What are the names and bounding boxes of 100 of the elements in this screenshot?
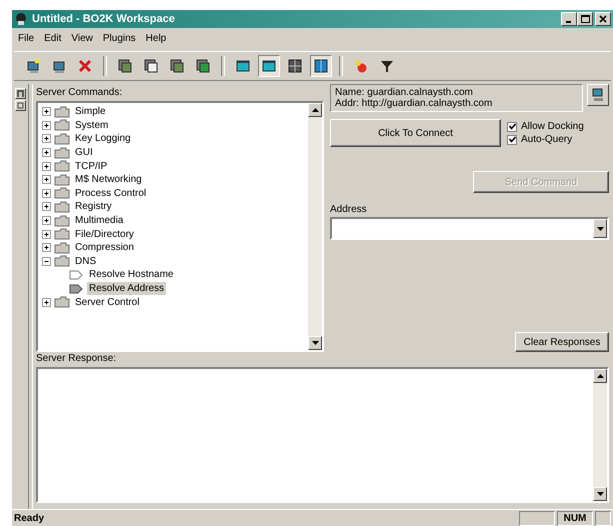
maximize-button[interactable] bbox=[577, 12, 593, 26]
plus-icon bbox=[43, 190, 50, 197]
server-button[interactable] bbox=[587, 84, 609, 106]
folder-icon bbox=[54, 255, 70, 268]
folder-icon bbox=[54, 119, 70, 132]
plugin-icon bbox=[353, 58, 369, 74]
down-arrow-icon bbox=[312, 341, 318, 345]
toolbar-button[interactable] bbox=[258, 55, 280, 77]
section-label: Server Commands: bbox=[36, 86, 124, 99]
folder-icon bbox=[54, 200, 70, 213]
expand-toggle[interactable] bbox=[42, 188, 51, 198]
checkbox[interactable] bbox=[507, 122, 517, 132]
toolbar-button[interactable] bbox=[310, 55, 332, 77]
computer-icon bbox=[592, 88, 604, 102]
address-label: Address bbox=[330, 203, 368, 216]
tree-item[interactable]: System bbox=[73, 118, 110, 132]
expand-toggle[interactable] bbox=[42, 175, 51, 184]
expand-toggle[interactable] bbox=[42, 120, 51, 130]
scrollbar[interactable] bbox=[593, 369, 607, 501]
section-label: Server Response: bbox=[36, 352, 118, 365]
plus-icon bbox=[43, 230, 50, 238]
tree-item[interactable]: M$ Networking bbox=[73, 173, 144, 186]
window-icon bbox=[313, 58, 329, 74]
expand-toggle[interactable] bbox=[42, 230, 51, 239]
expand-toggle[interactable] bbox=[42, 243, 51, 252]
tree-item[interactable]: GUI bbox=[73, 146, 95, 160]
folder-icon bbox=[54, 106, 70, 118]
tree-item[interactable]: Resolve Address bbox=[87, 282, 166, 296]
expand-toggle[interactable] bbox=[42, 162, 51, 171]
close-icon bbox=[599, 15, 607, 23]
address-dropdown[interactable] bbox=[330, 217, 609, 240]
tree-item[interactable]: Server Control bbox=[73, 296, 142, 309]
app-icon bbox=[14, 12, 28, 26]
plus-icon bbox=[43, 203, 50, 210]
tree-item[interactable]: Multimedia bbox=[73, 214, 126, 228]
command-tree[interactable]: Simple System Key Logging GUI TCP/IP M$ Networking Process Control Registry Multimedia File/Directory Compression DNS Resolve Hostname Resolve Address Server Control bbox=[36, 101, 324, 352]
minimize-button[interactable] bbox=[561, 12, 577, 26]
server-address: Addr: http://guardian.calnaysth.com bbox=[335, 98, 494, 109]
plus-icon bbox=[43, 162, 50, 170]
expand-toggle[interactable] bbox=[42, 256, 51, 266]
up-arrow-icon bbox=[596, 374, 604, 378]
plus-icon bbox=[43, 135, 50, 142]
window-title: Untitled - BO2K Workspace bbox=[32, 13, 175, 25]
menu-item[interactable]: Edit bbox=[44, 32, 62, 44]
command-icon bbox=[68, 268, 84, 281]
menu-item[interactable]: File bbox=[18, 32, 34, 44]
expand-toggle[interactable] bbox=[42, 298, 51, 307]
expand-toggle[interactable] bbox=[42, 148, 51, 158]
down-arrow-icon bbox=[596, 492, 604, 496]
maximize-icon bbox=[580, 15, 590, 23]
tree-item[interactable]: Compression bbox=[73, 241, 136, 254]
plus-icon bbox=[43, 122, 50, 129]
window-icon bbox=[261, 58, 277, 74]
menu-item[interactable]: Help bbox=[146, 32, 166, 44]
dropdown-arrow-icon bbox=[596, 226, 604, 230]
plus-icon bbox=[43, 108, 50, 116]
expand-toggle[interactable] bbox=[42, 216, 51, 226]
num-lock-indicator: NUM bbox=[557, 510, 593, 526]
folder-icon bbox=[54, 214, 70, 227]
folder-icon bbox=[54, 174, 70, 186]
menu-item[interactable]: Plugins bbox=[102, 32, 136, 44]
tree-item[interactable]: TCP/IP bbox=[73, 160, 110, 173]
status-pane bbox=[595, 510, 611, 526]
status-pane bbox=[519, 510, 555, 526]
menu-item[interactable]: View bbox=[71, 32, 93, 44]
tree-item[interactable]: Key Logging bbox=[73, 132, 133, 146]
stack-icon bbox=[143, 58, 159, 74]
expand-toggle[interactable] bbox=[42, 134, 51, 144]
connect-button[interactable]: Click To Connect bbox=[330, 119, 501, 147]
folder-icon bbox=[54, 132, 70, 145]
dock-icon bbox=[16, 90, 24, 97]
tree-item[interactable]: Registry bbox=[73, 200, 114, 214]
folder-icon bbox=[54, 146, 70, 159]
folder-icon bbox=[54, 160, 70, 172]
undock-icon bbox=[16, 102, 24, 109]
tree-item[interactable]: DNS bbox=[73, 254, 98, 268]
checkbox[interactable] bbox=[507, 134, 517, 144]
expand-toggle[interactable] bbox=[42, 107, 51, 116]
server-name: Name: guardian.calnaysth.com bbox=[335, 87, 474, 98]
plus-icon bbox=[43, 298, 50, 306]
status-message: Ready bbox=[14, 512, 46, 524]
folder-icon bbox=[54, 228, 70, 240]
command-icon bbox=[68, 282, 84, 295]
close-button[interactable] bbox=[595, 12, 611, 26]
stack-icon bbox=[169, 58, 185, 74]
plus-icon bbox=[43, 176, 50, 184]
plus-icon bbox=[43, 217, 50, 224]
clear-responses-button[interactable]: Clear Responses bbox=[515, 332, 609, 352]
dock-button[interactable] bbox=[14, 88, 26, 99]
tree-item[interactable]: Process Control bbox=[73, 186, 148, 200]
checkbox-label: Allow Docking bbox=[521, 121, 584, 132]
monitor-icon bbox=[25, 58, 41, 74]
tree-item[interactable]: File/Directory bbox=[73, 228, 136, 241]
scrollbar[interactable] bbox=[308, 103, 322, 350]
tree-item[interactable]: Simple bbox=[73, 105, 108, 118]
undock-button[interactable] bbox=[14, 100, 26, 111]
delete-icon bbox=[77, 58, 93, 74]
tree-item[interactable]: Resolve Hostname bbox=[87, 268, 176, 282]
expand-toggle[interactable] bbox=[42, 202, 51, 212]
plus-icon bbox=[43, 149, 50, 156]
